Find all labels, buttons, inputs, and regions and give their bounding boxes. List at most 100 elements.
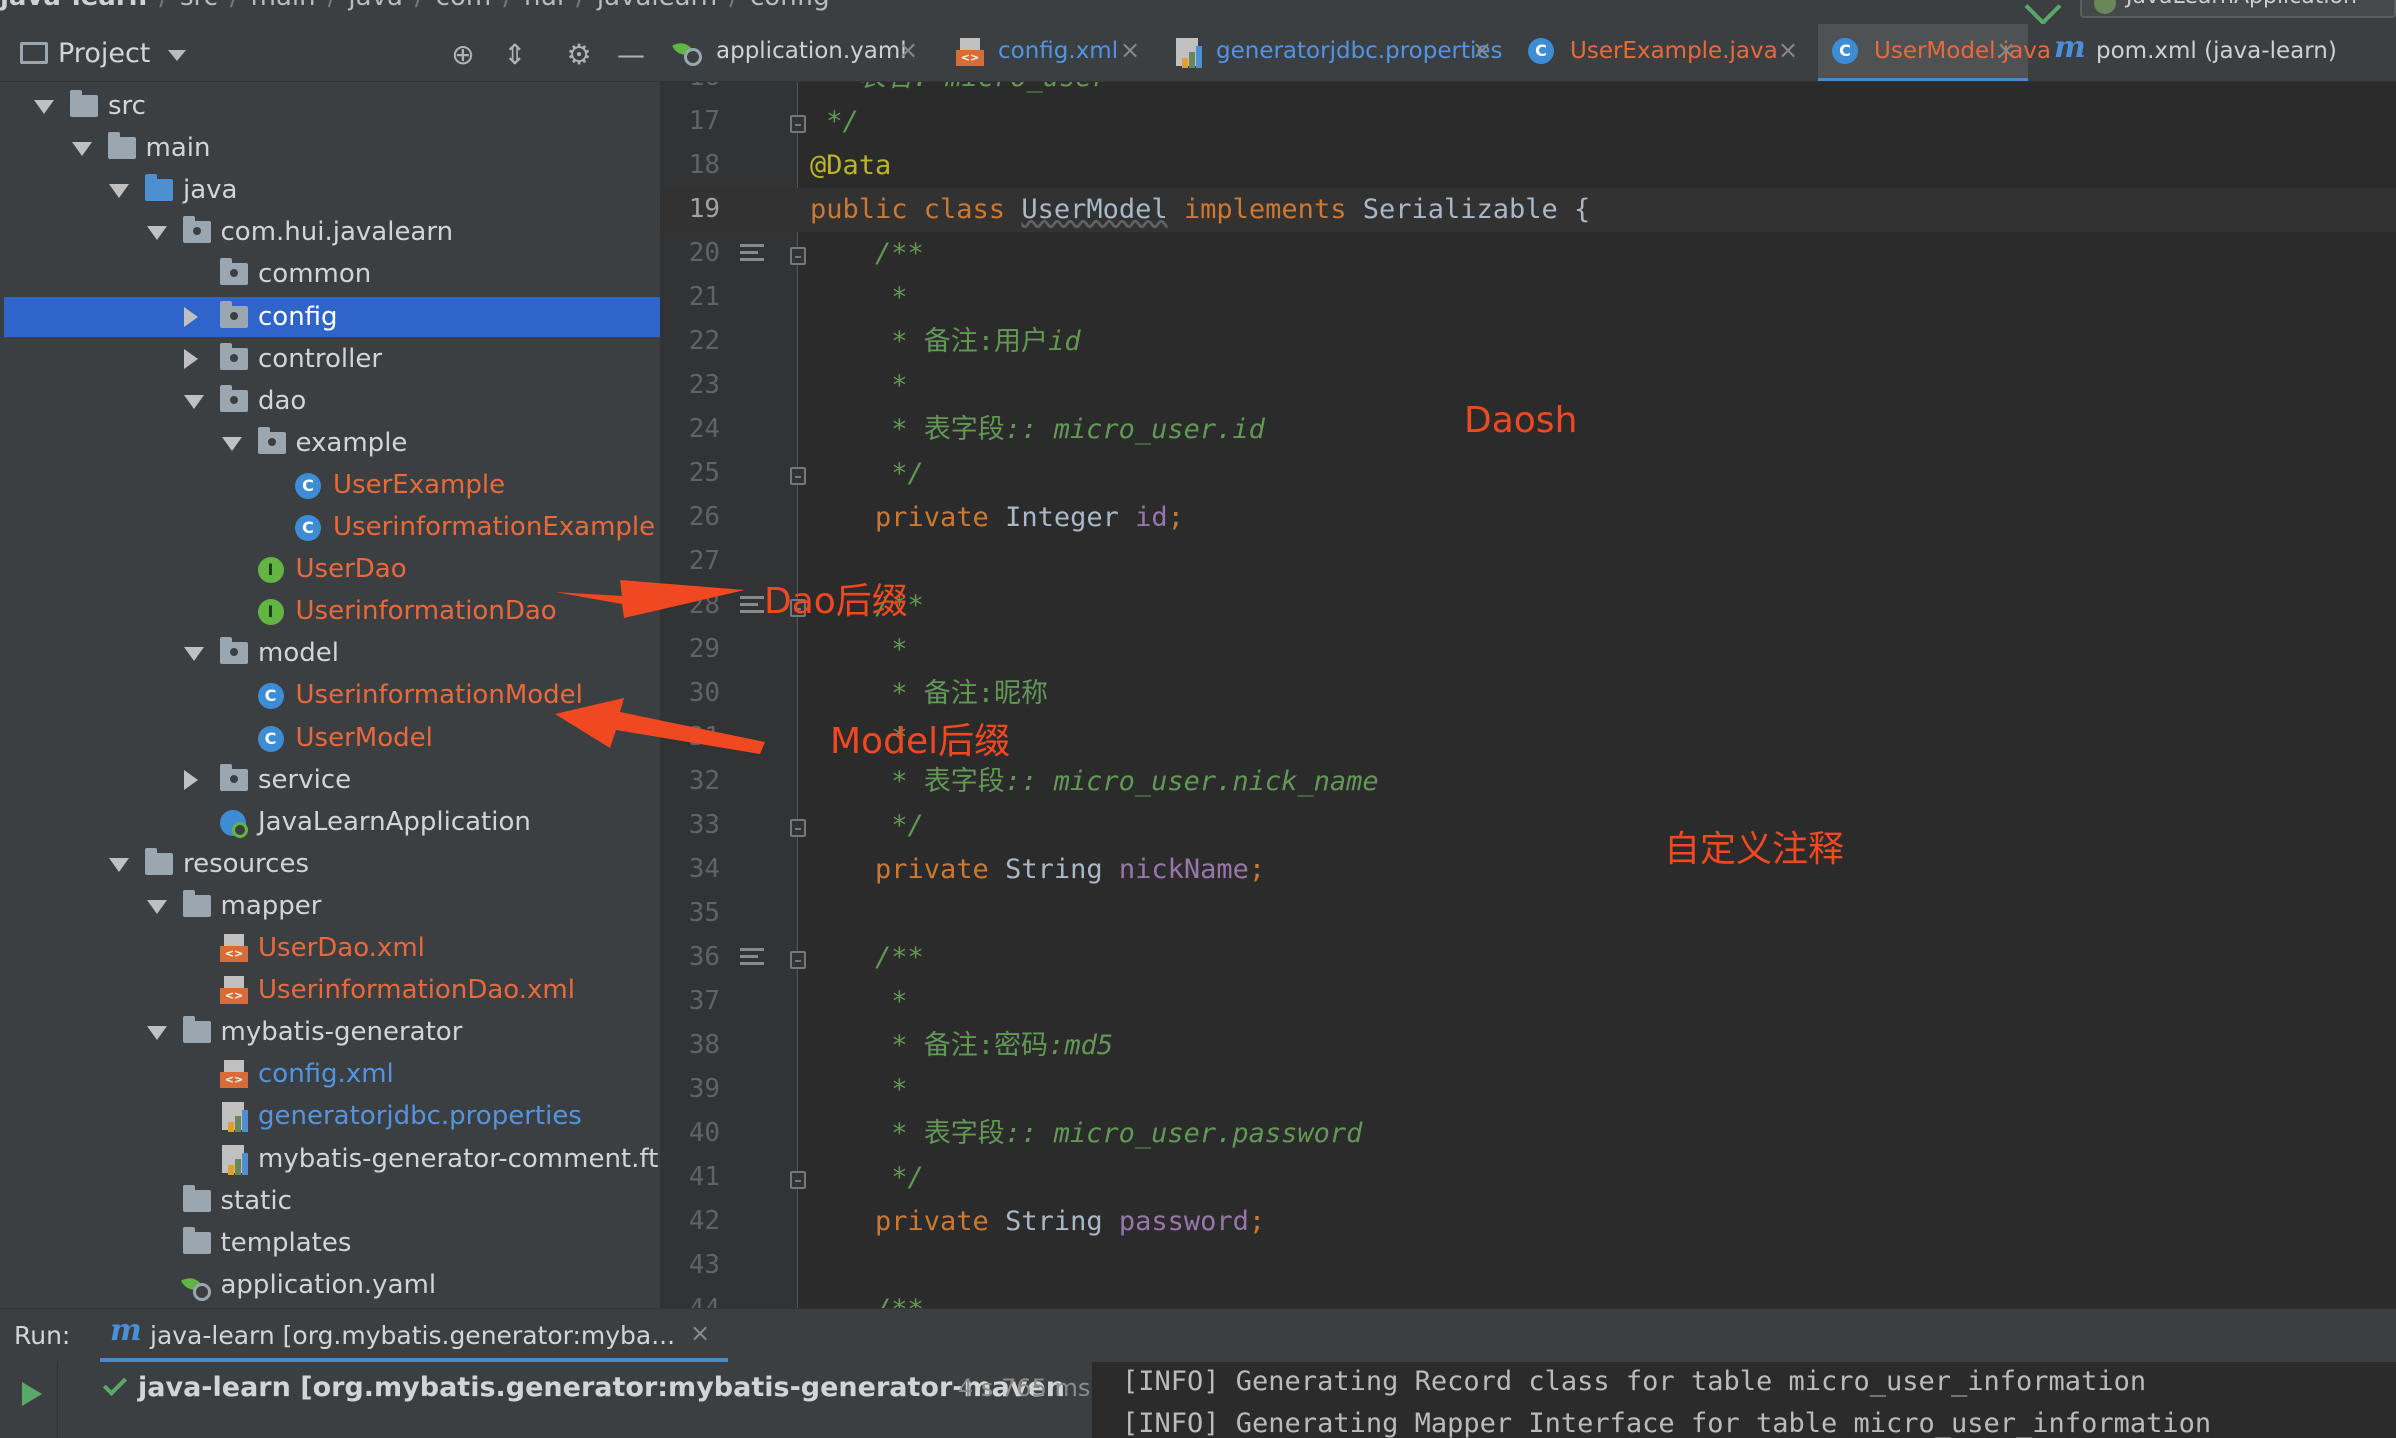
tab-config-xml[interactable]: <> config.xml × [942,24,1152,81]
tree-item-usermodel[interactable]: C UserModel [0,718,660,758]
breadcrumb-item[interactable]: java [348,0,402,12]
fold-icon[interactable] [790,1171,806,1189]
tab-userexample-java[interactable]: C UserExample.java × [1514,24,1810,81]
code-token: * [810,766,924,797]
tree-item-label: com.hui.javalearn [220,217,454,248]
tree-item-config[interactable]: config [4,296,660,337]
fold-icon[interactable] [790,819,806,837]
hide-panel-icon[interactable]: — [616,40,646,70]
spring-app-icon [220,808,250,838]
tree-item-example[interactable]: example [0,423,660,463]
close-icon[interactable]: × [1996,36,2016,64]
tree-item-com-hui-javalearn[interactable]: com.hui.javalearn [0,212,660,252]
close-icon[interactable]: × [1120,36,1140,64]
tab-usermodel-java[interactable]: C UserModel.java × [1818,24,2051,81]
tree-item-userinformationmodel[interactable]: C UserinformationModel [0,675,660,715]
fold-icon[interactable] [790,247,806,265]
play-icon[interactable] [22,1382,42,1406]
tree-item-service[interactable]: service [0,760,660,800]
chevron-right-icon[interactable] [184,769,198,790]
tree-item-userexample[interactable]: C UserExample [0,465,660,505]
chevron-down-icon[interactable] [34,100,54,114]
breadcrumb-item[interactable]: com [436,0,492,12]
annotation-dao-suffix: Dao后缀 [764,581,908,622]
chevron-down-icon[interactable] [221,436,242,451]
tree-item-common[interactable]: common [0,254,660,294]
console-output[interactable]: [INFO] Generating Record class for table… [1110,1362,2396,1438]
chevron-down-icon[interactable] [146,226,167,241]
breadcrumb-item[interactable]: java-learn [0,0,147,12]
tree-item-main[interactable]: main [0,128,660,168]
close-icon[interactable]: × [1472,36,1492,64]
chevron-down-icon[interactable] [109,184,129,199]
tree-item-userinformationexample[interactable]: C UserinformationExample [0,507,660,547]
locate-icon[interactable]: ⊕ [448,40,478,70]
code-text: @Data [810,150,891,182]
breadcrumb-item[interactable]: main [251,0,316,12]
breadcrumb-item[interactable]: hui [524,0,564,12]
fold-icon[interactable] [790,951,806,969]
code-token: :: micro_user.password [1004,1118,1363,1149]
breadcrumb-item[interactable]: javalearn [597,0,717,12]
code-text: * 表字段:: micro_user.id [810,414,1265,446]
tree-item-mybatis-generator[interactable]: mybatis-generator [0,1012,660,1052]
tree-item-templates[interactable]: templates [0,1223,660,1263]
run-tab[interactable]: m java-learn [org.mybatis.generator:myba… [100,1309,728,1363]
class-icon: C [1832,38,1858,64]
render-doc-icon[interactable] [740,244,766,266]
back-arrow-icon[interactable] [2024,0,2062,24]
chevron-down-icon[interactable] [184,394,204,409]
tree-item-label: UserinformationDao [295,596,557,627]
folder-icon [70,90,98,117]
package-icon [220,258,248,286]
tree-item-dao[interactable]: dao [0,381,660,421]
tree-item-static[interactable]: static [0,1181,660,1221]
breadcrumb-items[interactable]: java-learn / src / main / java / com / hui / javalea… [0,0,830,12]
tree-item-resources[interactable]: resources [0,844,660,884]
chevron-down-icon[interactable] [71,142,92,157]
chevron-down-icon[interactable] [146,899,167,914]
tree-item-userinformationdao-xml[interactable]: <> UserinformationDao.xml [0,970,660,1010]
collapse-all-icon[interactable]: ⇕ [500,40,530,70]
tree-item-src[interactable]: src [0,86,660,126]
tree-item-controller[interactable]: controller [0,339,660,379]
tab-application-yaml[interactable]: application.yaml × [660,24,930,81]
run-task-label[interactable]: java-learn [org.mybatis.generator:mybati… [138,1372,1065,1403]
tab-pom-xml-java-learn-[interactable]: m pom.xml (java-learn) [2040,24,2396,81]
tree-item-userdao-xml[interactable]: <> UserDao.xml [0,928,660,968]
code-editor[interactable]: 16 * 表名: micro_user17 */18@Data19public … [660,82,2396,1308]
render-doc-icon[interactable] [740,596,766,618]
code-token: Integer [1005,502,1136,533]
tab-generatorjdbc-properties[interactable]: generatorjdbc.properties × [1160,24,1504,81]
tree-item-config-xml[interactable]: <> config.xml [0,1054,660,1094]
tree-item-application-yaml[interactable]: application.yaml [0,1265,660,1305]
fold-icon[interactable] [790,115,806,133]
chevron-down-icon[interactable] [168,50,186,61]
code-token: 备注:密码 [923,1030,1049,1061]
run-configuration-selector[interactable]: JavaLearnApplication [2080,0,2396,18]
chevron-down-icon[interactable] [146,1026,167,1041]
tree-item-generatorjdbc-properties[interactable]: generatorjdbc.properties [0,1096,660,1136]
tree-item-label: service [258,764,352,795]
close-icon[interactable]: × [690,1319,710,1347]
project-panel-title[interactable]: Project [58,38,150,69]
chevron-down-icon[interactable] [109,857,129,872]
tree-item-java[interactable]: java [0,170,660,210]
chevron-right-icon[interactable] [184,306,198,327]
annotation-model-suffix: Model后缀 [830,721,1011,762]
breadcrumb-item[interactable]: config [750,0,830,12]
tree-item-userdao[interactable]: I UserDao [0,549,660,589]
tree-item-model[interactable]: model [0,633,660,673]
chevron-down-icon[interactable] [184,647,204,662]
close-icon[interactable]: × [898,36,918,64]
fold-icon[interactable] [790,467,806,485]
gear-icon[interactable]: ⚙ [564,40,594,70]
tree-item-javalearnapplication[interactable]: JavaLearnApplication [0,802,660,842]
close-icon[interactable]: × [1778,36,1798,64]
render-doc-icon[interactable] [740,948,766,970]
tree-item-mapper[interactable]: mapper [0,886,660,926]
breadcrumb-item[interactable]: src [180,0,218,12]
chevron-right-icon[interactable] [184,348,198,369]
tree-item-userinformationdao[interactable]: I UserinformationDao [0,591,660,631]
tree-item-mybatis-generator-comment-ftl[interactable]: mybatis-generator-comment.ftl [0,1139,660,1179]
